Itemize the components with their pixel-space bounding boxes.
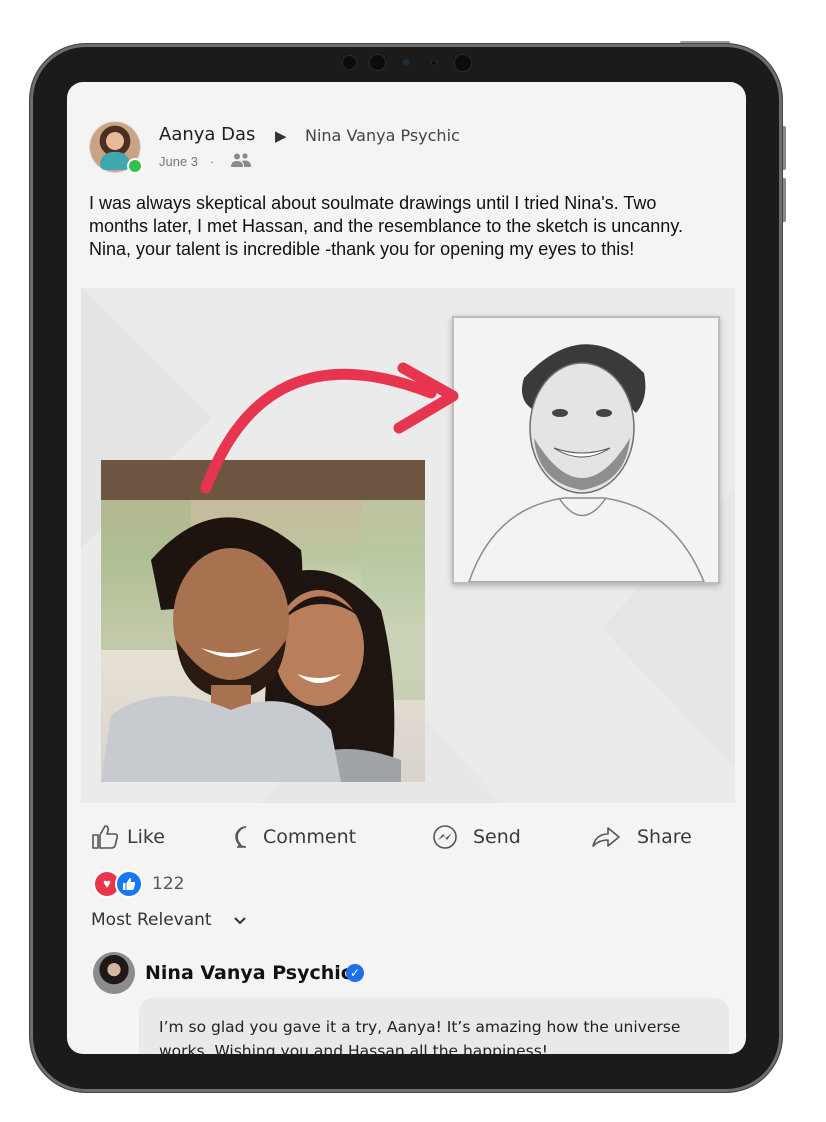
comment-sort-dropdown[interactable]: Most Relevant xyxy=(91,910,212,930)
verified-badge-icon: ✓ xyxy=(346,964,364,982)
commenter-name[interactable]: Nina Vanya Psychic xyxy=(145,962,352,984)
online-status-dot xyxy=(127,158,143,174)
post-text: I was always skeptical about soulmate dr… xyxy=(89,193,683,259)
friends-audience-icon xyxy=(230,152,252,171)
share-arrow-icon xyxy=(591,825,621,849)
share-label: Share xyxy=(637,826,692,848)
thumbs-up-icon xyxy=(91,824,119,850)
messenger-icon xyxy=(431,824,459,850)
reaction-count[interactable]: 122 xyxy=(152,874,184,894)
app-screen: Aanya Das ▶ Nina Vanya Psychic June 3 · … xyxy=(67,82,746,1054)
like-label: Like xyxy=(127,826,165,848)
post-image[interactable] xyxy=(81,288,735,803)
comment-button[interactable]: Comment xyxy=(233,822,356,852)
chevron-down-icon[interactable] xyxy=(233,914,247,929)
comment-bubble[interactable]: I’m so glad you gave it a try, Aanya! It… xyxy=(139,998,729,1054)
shared-to-arrow-icon: ▶ xyxy=(275,128,287,145)
author-name[interactable]: Aanya Das xyxy=(159,124,255,145)
send-label: Send xyxy=(473,826,521,848)
comment-label: Comment xyxy=(263,826,357,848)
commenter-avatar[interactable] xyxy=(93,952,135,994)
share-button[interactable]: Share xyxy=(591,822,692,852)
comment-bubble-icon xyxy=(233,824,259,850)
reactions-summary[interactable]: ♥ xyxy=(93,870,145,898)
comment-text: I’m so glad you gave it a try, Aanya! It… xyxy=(159,1018,681,1054)
front-camera-bar xyxy=(340,53,480,73)
like-button[interactable]: Like xyxy=(91,822,165,852)
arrow-icon xyxy=(200,362,459,494)
date-separator: · xyxy=(209,154,215,169)
post-date[interactable]: June 3 · xyxy=(159,154,214,169)
send-button[interactable]: Send xyxy=(431,822,521,852)
like-reaction-icon xyxy=(115,870,143,898)
target-page-name[interactable]: Nina Vanya Psychic xyxy=(305,126,460,145)
post-date-text: June 3 xyxy=(159,154,199,169)
